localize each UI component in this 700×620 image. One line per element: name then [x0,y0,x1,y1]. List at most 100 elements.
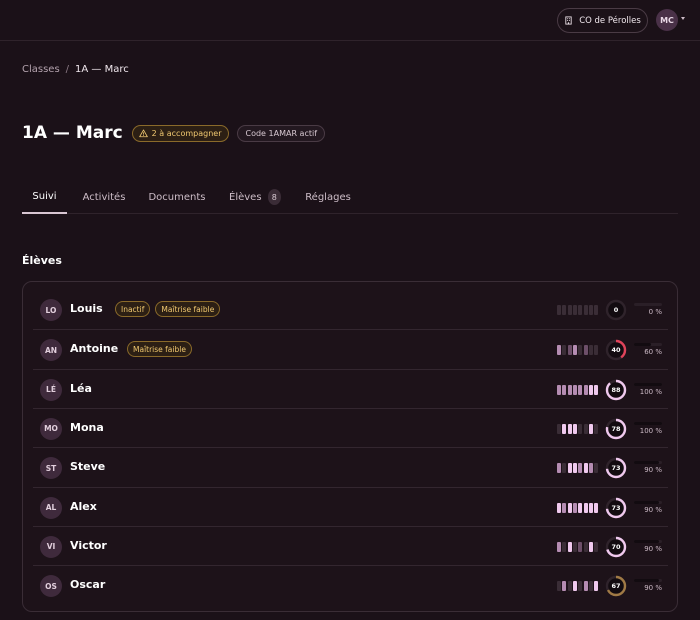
student-row[interactable]: VI Victor 70 90 % [33,525,668,565]
activity-segment [562,345,567,356]
activity-segment [572,384,577,395]
activity-segment [588,541,593,552]
activity-segment [557,463,561,474]
breadcrumb: Classes / 1A — Marc [22,64,129,75]
student-row[interactable]: AL Alex 73 90 % [33,486,668,526]
activity-segment [583,502,588,513]
completion-bar [634,382,662,386]
activity-segment [578,581,583,592]
activity-segment [588,581,593,592]
user-avatar[interactable]: MC [656,9,678,31]
activity-segment [557,581,561,592]
completion-fill [634,421,662,425]
page-title: 1A — Marc [22,123,123,143]
completion-percent: 100 % [639,426,662,435]
student-avatar: MO [40,417,62,440]
students-count-badge: 8 [267,189,281,205]
completion-percent: 60 % [644,348,662,357]
activity-bars [557,384,599,395]
class-code-badge: Code 1AMAR actif [237,124,326,142]
activity-bars [557,541,599,552]
completion-bar [634,500,662,504]
activity-segment [562,305,567,315]
activity-segment [567,423,572,434]
page-header: 1A — Marc 2 à accompagner Code 1AMAR act… [22,123,326,143]
activity-bars [557,502,599,513]
completion-bar [634,539,662,543]
student-row[interactable]: ST Steve 73 90 % [33,447,668,486]
activity-segment [572,305,577,315]
activity-segment [567,502,572,513]
activity-segment [594,423,599,434]
mastery-score-value: 70 [611,542,621,551]
student-name[interactable]: Mona [70,421,104,434]
activity-segment [572,463,577,474]
activity-segment [583,345,588,356]
mastery-score-value: 40 [611,346,621,355]
completion-bar [634,421,662,425]
student-avatar: OS [40,575,62,598]
student-name[interactable]: Antoine [70,342,118,355]
activity-bars [557,345,599,356]
activity-segment [588,463,593,474]
tab-label: Suivi [32,190,57,202]
activity-bars [557,463,599,474]
student-name[interactable]: Louis [70,302,103,315]
activity-segment [562,581,567,592]
activity-segment [567,541,572,552]
completion-percent: 0 % [648,308,662,316]
student-name[interactable]: Steve [70,460,105,473]
support-needed-badge[interactable]: 2 à accompagner [131,124,230,142]
activity-segment [578,305,583,315]
chevron-down-icon[interactable] [681,17,685,20]
activity-segment [594,384,599,395]
activity-segment [588,502,593,513]
top-bar: CO de Pérolles MC [0,0,700,41]
activity-segment [588,345,593,356]
student-row[interactable]: MO Mona 78 100 % [33,407,668,447]
activity-segment [594,345,599,356]
completion-bar [634,579,662,583]
activity-segment [583,581,588,592]
breadcrumb-classes-link[interactable]: Classes [22,64,60,75]
activity-segment [588,305,593,315]
students-section-title: Élèves [22,254,62,267]
activity-segment [572,502,577,513]
student-name[interactable]: Oscar [70,578,105,591]
activity-segment [594,502,599,513]
mastery-score-value: 67 [611,582,621,591]
tab-activites[interactable]: Activités [80,180,128,214]
school-label: CO de Pérolles [579,15,641,26]
activity-segment [578,463,583,474]
activity-segment [557,345,561,356]
student-row[interactable]: LO Louis Inactif Maîtrise faible 0 0 % [33,290,668,329]
student-name[interactable]: Victor [70,539,107,552]
support-needed-label: 2 à accompagner [151,128,222,138]
activity-segment [588,423,593,434]
tab-label: Documents [148,191,206,203]
activity-segment [594,541,599,552]
activity-segment [583,541,588,552]
tab-label: Élèves [229,191,262,203]
completion-fill [634,539,660,543]
activity-segment [583,384,588,395]
tab-eleves[interactable]: Élèves 8 [229,180,281,214]
student-row[interactable]: OS Oscar 67 90 % [33,565,668,604]
activity-segment [562,384,567,395]
activity-segment [562,502,567,513]
tab-suivi[interactable]: Suivi [22,180,67,214]
student-name[interactable]: Léa [70,382,92,395]
student-row[interactable]: AN Antoine Maîtrise faible 40 60 % [33,329,668,368]
activity-segment [572,423,577,434]
student-name[interactable]: Alex [70,500,97,513]
tab-reglages[interactable]: Réglages [305,180,351,214]
school-switcher-button[interactable]: CO de Pérolles [557,8,648,33]
activity-segment [557,305,561,315]
student-list: LO Louis Inactif Maîtrise faible 00 % AN Anto… [22,281,678,612]
tab-documents[interactable]: Documents [148,180,206,214]
status-badge: Inactif [115,301,151,317]
student-avatar: VI [40,535,62,558]
student-row[interactable]: LÉ Léa 88 100 % [33,368,668,408]
status-badge: Maîtrise faible [127,341,192,358]
activity-segment [562,541,567,552]
